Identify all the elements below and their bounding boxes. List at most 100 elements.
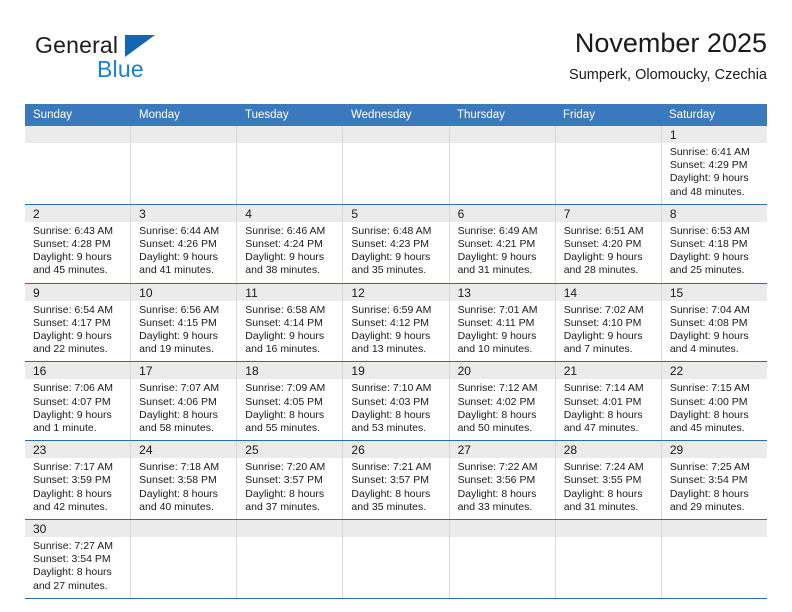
calendar-day-cell[interactable]: 23 Sunrise: 7:17 AM Sunset: 3:59 PM Dayligh… <box>25 441 132 520</box>
day-number: 12 <box>351 285 365 300</box>
daylight-text-line2: and 29 minutes. <box>669 500 745 513</box>
calendar-day-cell[interactable]: 11 Sunrise: 6:58 AM Sunset: 4:14 PM Dayligh… <box>237 283 344 362</box>
sunrise-text: Sunrise: 7:20 AM <box>245 461 326 474</box>
calendar-cell-empty <box>343 520 450 598</box>
calendar-day-cell[interactable]: 14 Sunrise: 7:02 AM Sunset: 4:10 PM Dayligh… <box>555 283 662 362</box>
sunrise-text: Sunrise: 6:53 AM <box>669 224 750 237</box>
calendar-day-cell[interactable]: 16 Sunrise: 7:06 AM Sunset: 4:07 PM Dayligh… <box>25 362 132 441</box>
sunset-text: Sunset: 4:03 PM <box>351 395 430 408</box>
day-cell-body: Sunrise: 7:22 AM Sunset: 3:56 PM Daylight:… <box>450 458 555 519</box>
sunset-text: Sunset: 4:15 PM <box>139 316 217 329</box>
sunset-text: Sunset: 4:11 PM <box>457 316 535 329</box>
day-number-band: 29 <box>661 441 767 459</box>
day-number: 18 <box>245 364 259 379</box>
day-number-band: 12 <box>343 283 449 301</box>
day-number: 7 <box>563 206 571 221</box>
sunset-text: Sunset: 4:08 PM <box>669 316 748 329</box>
calendar-day-cell[interactable]: 27 Sunrise: 7:22 AM Sunset: 3:56 PM Dayligh… <box>449 441 556 520</box>
sunset-text: Sunset: 4:29 PM <box>669 159 748 172</box>
calendar-day-cell[interactable]: 21 Sunrise: 7:14 AM Sunset: 4:01 PM Dayligh… <box>555 362 662 441</box>
day-number-band <box>661 520 767 538</box>
calendar-day-cell[interactable]: 7 Sunrise: 6:51 AM Sunset: 4:20 PM Daylight… <box>555 204 662 283</box>
calendar-day-cell[interactable]: 12 Sunrise: 6:59 AM Sunset: 4:12 PM Dayligh… <box>343 283 450 362</box>
daylight-text-line2: and 47 minutes. <box>563 422 639 435</box>
calendar-day-cell[interactable]: 20 Sunrise: 7:12 AM Sunset: 4:02 PM Dayligh… <box>449 362 556 441</box>
calendar-day-cell[interactable]: 28 Sunrise: 7:24 AM Sunset: 3:55 PM Dayligh… <box>555 441 662 520</box>
day-cell-body <box>343 143 448 151</box>
sunset-text: Sunset: 3:54 PM <box>669 474 748 487</box>
sunset-text: Sunset: 4:07 PM <box>33 395 111 408</box>
calendar-day-cell[interactable]: 24 Sunrise: 7:18 AM Sunset: 3:58 PM Dayligh… <box>131 441 238 520</box>
day-number: 9 <box>33 285 40 300</box>
calendar-cell-empty <box>237 520 344 598</box>
calendar-day-cell[interactable]: 30 Sunrise: 7:27 AM Sunset: 3:54 PM Dayligh… <box>25 520 132 598</box>
sunset-text: Sunset: 4:20 PM <box>563 238 642 251</box>
calendar-day-cell[interactable]: 19 Sunrise: 7:10 AM Sunset: 4:03 PM Dayligh… <box>343 362 450 441</box>
day-cell-body: Sunrise: 6:41 AM Sunset: 4:29 PM Daylight:… <box>662 143 767 204</box>
sunset-text: Sunset: 3:55 PM <box>563 474 642 487</box>
day-number-band: 17 <box>131 362 237 380</box>
weekday-header-row: Sunday Monday Tuesday Wednesday Thursday Frid… <box>25 104 767 126</box>
day-cell-body: Sunrise: 6:48 AM Sunset: 4:23 PM Daylight:… <box>343 222 448 283</box>
day-cell-body: Sunrise: 7:09 AM Sunset: 4:05 PM Daylight:… <box>237 379 342 440</box>
calendar-cell-empty <box>449 520 556 598</box>
calendar-day-cell[interactable]: 13 Sunrise: 7:01 AM Sunset: 4:11 PM Dayligh… <box>449 283 556 362</box>
sunset-text: Sunset: 3:56 PM <box>457 474 536 487</box>
day-cell-body: Sunrise: 7:20 AM Sunset: 3:57 PM Daylight:… <box>237 458 342 519</box>
calendar-day-cell[interactable]: 29 Sunrise: 7:25 AM Sunset: 3:54 PM Dayligh… <box>661 441 767 520</box>
daylight-text-line2: and 35 minutes. <box>351 500 427 513</box>
day-cell-body: Sunrise: 7:24 AM Sunset: 3:55 PM Daylight:… <box>556 458 661 519</box>
calendar-day-cell[interactable]: 9 Sunrise: 6:54 AM Sunset: 4:17 PM Daylight… <box>25 283 132 362</box>
sunrise-text: Sunrise: 7:21 AM <box>351 461 432 474</box>
day-number: 28 <box>563 443 578 458</box>
day-cell-body <box>662 537 767 545</box>
calendar-day-cell[interactable]: 17 Sunrise: 7:07 AM Sunset: 4:06 PM Dayligh… <box>131 362 238 441</box>
calendar-day-cell[interactable]: 1 Sunrise: 6:41 AM Sunset: 4:29 PM Daylight… <box>661 126 767 204</box>
daylight-text-line2: and 38 minutes. <box>245 264 320 277</box>
daylight-text-line1: Daylight: 9 hours <box>669 251 749 264</box>
daylight-text-line1: Daylight: 9 hours <box>33 408 112 421</box>
calendar-day-cell[interactable]: 10 Sunrise: 6:56 AM Sunset: 4:15 PM Dayligh… <box>131 283 238 362</box>
day-number: 25 <box>245 443 259 458</box>
daylight-text-line2: and 50 minutes. <box>457 422 533 435</box>
sunrise-text: Sunrise: 7:06 AM <box>33 382 113 395</box>
calendar-day-cell[interactable]: 3 Sunrise: 6:44 AM Sunset: 4:26 PM Daylight… <box>131 204 238 283</box>
day-number-band: 21 <box>555 362 661 380</box>
sunrise-text: Sunrise: 7:09 AM <box>245 382 326 395</box>
sunrise-text: Sunrise: 7:02 AM <box>563 303 644 316</box>
calendar-day-cell[interactable]: 6 Sunrise: 6:49 AM Sunset: 4:21 PM Daylight… <box>449 204 556 283</box>
sunset-text: Sunset: 4:18 PM <box>669 238 748 251</box>
calendar-day-cell[interactable]: 4 Sunrise: 6:46 AM Sunset: 4:24 PM Daylight… <box>237 204 344 283</box>
daylight-text-line2: and 55 minutes. <box>245 422 320 435</box>
grid-bottom-border <box>25 597 767 599</box>
general-blue-logo[interactable]: General Blue <box>35 32 235 88</box>
calendar-cell-empty <box>237 126 344 204</box>
daylight-text-line2: and 10 minutes. <box>457 343 533 356</box>
daylight-text-line2: and 22 minutes. <box>33 343 108 356</box>
sunrise-text: Sunrise: 6:54 AM <box>33 303 113 316</box>
sunset-text: Sunset: 3:59 PM <box>33 474 111 487</box>
calendar-cell-empty <box>555 126 662 204</box>
calendar-day-cell[interactable]: 18 Sunrise: 7:09 AM Sunset: 4:05 PM Dayligh… <box>237 362 344 441</box>
sunset-text: Sunset: 4:01 PM <box>563 395 642 408</box>
calendar-day-cell[interactable]: 25 Sunrise: 7:20 AM Sunset: 3:57 PM Dayligh… <box>237 441 344 520</box>
calendar-day-cell[interactable]: 26 Sunrise: 7:21 AM Sunset: 3:57 PM Dayligh… <box>343 441 450 520</box>
sunset-text: Sunset: 4:24 PM <box>245 238 323 251</box>
day-number: 6 <box>457 206 465 221</box>
calendar-cell-empty <box>449 126 556 204</box>
daylight-text-line1: Daylight: 9 hours <box>351 251 431 264</box>
day-number-band: 25 <box>237 441 343 459</box>
calendar-day-cell[interactable]: 5 Sunrise: 6:48 AM Sunset: 4:23 PM Daylight… <box>343 204 450 283</box>
day-cell-body <box>343 537 448 545</box>
day-number: 4 <box>245 206 252 221</box>
sunrise-text: Sunrise: 7:01 AM <box>457 303 538 316</box>
daylight-text-line2: and 19 minutes. <box>139 343 214 356</box>
calendar-day-cell[interactable]: 2 Sunrise: 6:43 AM Sunset: 4:28 PM Daylight… <box>25 204 132 283</box>
day-number-band <box>237 126 343 143</box>
calendar-day-cell[interactable]: 22 Sunrise: 7:15 AM Sunset: 4:00 PM Dayligh… <box>661 362 767 441</box>
calendar-day-cell[interactable]: 8 Sunrise: 6:53 AM Sunset: 4:18 PM Daylight… <box>661 204 767 283</box>
day-number: 16 <box>33 364 47 379</box>
page-subtitle: Sumperk, Olomoucky, Czechia <box>569 67 767 83</box>
calendar-day-cell[interactable]: 15 Sunrise: 7:04 AM Sunset: 4:08 PM Dayligh… <box>661 283 767 362</box>
day-cell-body: Sunrise: 7:10 AM Sunset: 4:03 PM Daylight:… <box>343 379 448 440</box>
